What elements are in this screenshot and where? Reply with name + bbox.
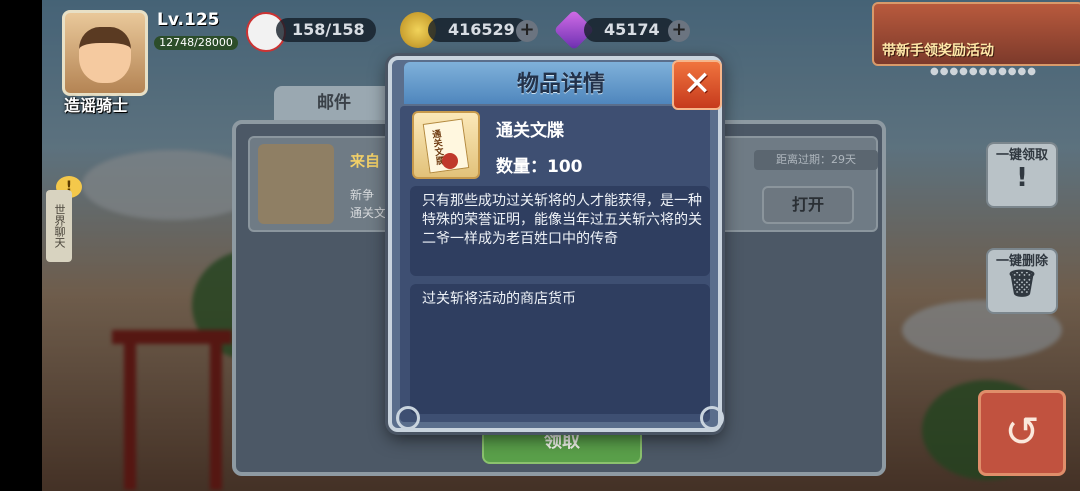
mail-sender: 来自: [350, 152, 381, 170]
swirl-back-icon: ↺: [1004, 407, 1040, 456]
pass-document-icon: 通关文牒: [412, 111, 480, 179]
back-button[interactable]: ↺: [978, 390, 1066, 476]
item-name: 通关文牒: [496, 121, 564, 141]
item-description: 只有那些成功过关斩将的人才能获得，是一种特殊的荣誉证明，能像当年过五关斩六将的关…: [422, 193, 702, 247]
mail-preview-line1: 新争: [350, 188, 375, 202]
envelope-icon: [258, 144, 334, 224]
claim-all-label: 一键领取: [995, 148, 1048, 163]
newbie-reward-banner[interactable]: 带新手领奖励活动: [872, 2, 1080, 66]
exclamation-icon: !: [1016, 163, 1028, 193]
claim-all-button[interactable]: 一键领取 !: [986, 142, 1058, 208]
promo-label: 带新手领奖励活动: [882, 43, 994, 59]
player-level: Lv.125: [157, 10, 220, 30]
banner-page-dots: ●●●●●●●●●●●: [930, 66, 1037, 77]
coins-value: 416529: [428, 18, 528, 42]
trash-icon: 🗑: [1005, 269, 1039, 299]
exp-bar: 12748/28000: [154, 36, 238, 50]
dialog-title: 物品详情: [516, 72, 605, 97]
tab-mail[interactable]: 邮件: [274, 86, 394, 120]
close-button[interactable]: ✕: [672, 60, 722, 110]
add-coins-button[interactable]: +: [516, 20, 538, 42]
player-avatar[interactable]: [62, 10, 148, 96]
item-quantity: 数量：100: [496, 157, 583, 177]
corner-ornament: [700, 406, 724, 430]
item-usage: 过关斩将活动的商店货币: [422, 291, 576, 307]
corner-ornament: [396, 406, 420, 430]
stamina-value: 158/158: [276, 18, 376, 42]
delete-all-label: 一键删除: [995, 254, 1048, 269]
add-diamonds-button[interactable]: +: [668, 20, 690, 42]
mail-expiry: 距离过期：29天: [754, 150, 878, 170]
delete-all-button[interactable]: 一键删除 🗑: [986, 248, 1058, 314]
mail-preview-line2: 通关文: [350, 206, 387, 220]
player-name: 造谣骑士: [64, 96, 129, 115]
diamonds-value: 45174: [584, 18, 676, 42]
open-mail-button[interactable]: 打开: [762, 186, 854, 224]
world-chat-tab[interactable]: 世界聊天: [46, 190, 72, 262]
